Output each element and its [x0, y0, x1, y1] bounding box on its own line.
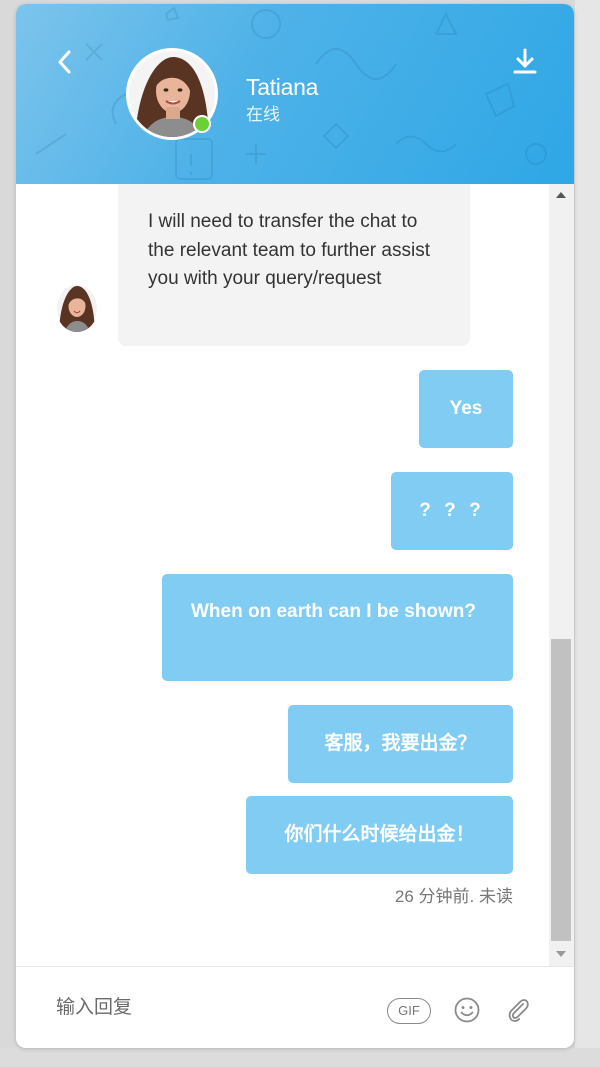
message-scrollbar[interactable]	[549, 184, 574, 966]
paperclip-icon	[508, 999, 529, 1022]
user-message-bubble: Yes	[419, 370, 513, 448]
download-icon	[513, 48, 537, 74]
user-message-bubble: When on earth can I be shown?	[162, 574, 513, 681]
user-message-bubble: ? ? ?	[391, 472, 513, 550]
scroll-up-arrow-icon[interactable]	[556, 192, 566, 198]
message-timestamp-status: 26 分钟前. 未读	[394, 887, 513, 906]
reply-input[interactable]	[56, 993, 356, 1023]
emoji-button[interactable]	[453, 996, 481, 1024]
smiley-icon	[454, 997, 480, 1023]
gif-button[interactable]: GIF	[387, 998, 431, 1024]
message-composer: GIF	[16, 966, 574, 1048]
scroll-thumb[interactable]	[551, 639, 571, 941]
agent-message-bubble: I will need to transfer the chat to the …	[118, 184, 470, 346]
scroll-down-arrow-icon[interactable]	[556, 951, 566, 957]
chevron-left-icon	[58, 50, 71, 74]
chat-widget: Tatiana 在线 I will need to transfer the c…	[16, 4, 574, 1048]
download-transcript-button[interactable]	[510, 46, 540, 78]
online-status-dot	[193, 115, 211, 133]
attach-file-button[interactable]	[504, 995, 532, 1025]
back-button[interactable]	[50, 44, 80, 80]
agent-thumb-photo	[57, 285, 97, 332]
page-background-right	[575, 0, 600, 1067]
chat-header: Tatiana 在线	[16, 4, 574, 184]
agent-status: 在线	[246, 105, 280, 124]
user-message-bubble: 你们什么时候给出金！	[246, 796, 513, 874]
page-background-bottom	[0, 1048, 600, 1067]
agent-name: Tatiana	[246, 74, 319, 100]
message-list[interactable]: I will need to transfer the chat to the …	[16, 184, 574, 966]
user-message-bubble: 客服，我要出金？	[288, 705, 513, 783]
agent-message-avatar	[56, 284, 98, 332]
